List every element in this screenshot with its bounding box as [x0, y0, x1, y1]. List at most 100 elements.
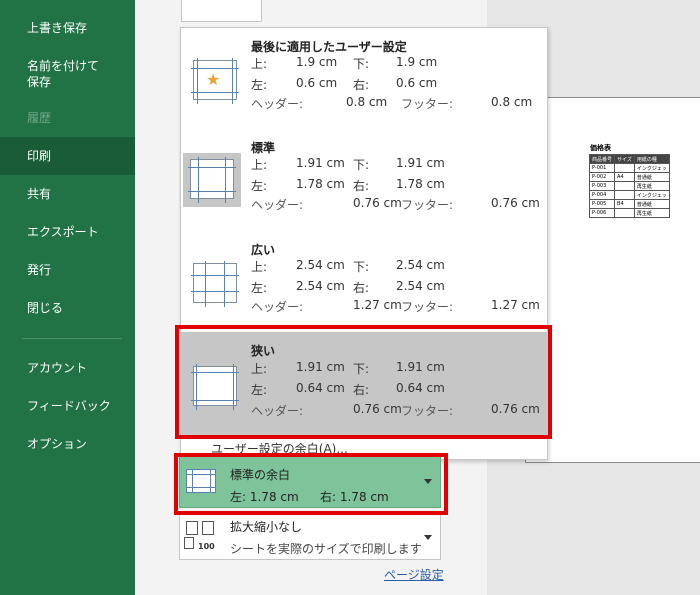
table-row: P-005 B4 普通紙: [588, 199, 670, 209]
preview-cell: P-003: [588, 181, 616, 191]
chevron-down-icon: [424, 479, 432, 484]
table-row: P-002 A4 普通紙: [588, 172, 670, 182]
preview-cell: B4: [614, 199, 635, 209]
right-label: 右:: [353, 383, 370, 397]
nav-item-export[interactable]: エクスポート: [0, 224, 135, 240]
margins-right-detail: 右: 1.78 cm: [320, 490, 389, 504]
previous-setting-button[interactable]: [181, 0, 262, 22]
left-value: 0.64 cm: [296, 381, 345, 395]
footer-label: フッター:: [401, 404, 454, 418]
margin-preset-last-custom[interactable]: ★ 最後に適用したユーザー設定 上: 1.9 cm 下: 1.9 cm 左: 0…: [181, 28, 547, 128]
top-value: 1.91 cm: [296, 156, 345, 170]
footer-label: フッター:: [401, 97, 454, 111]
bottom-value: 1.91 cm: [396, 360, 445, 374]
star-margin-icon: ★: [191, 58, 239, 104]
bottom-label: 下:: [353, 158, 370, 172]
bottom-label: 下:: [353, 260, 370, 274]
table-row: P-003 再生紙: [588, 181, 670, 191]
bottom-value: 1.9 cm: [396, 55, 438, 69]
right-value: 0.64 cm: [396, 381, 445, 395]
nav-item-close[interactable]: 閉じる: [0, 300, 135, 316]
footer-value: 0.76 cm: [491, 402, 540, 416]
footer-label: フッター:: [401, 198, 454, 212]
left-value: 1.78 cm: [296, 177, 345, 191]
left-label: 左:: [251, 383, 268, 397]
header-label: ヘッダー:: [251, 300, 304, 314]
margin-preset-narrow[interactable]: 狭い 上: 1.91 cm 下: 1.91 cm 左: 0.64 cm 右: 0…: [181, 332, 547, 436]
preview-cell: [614, 190, 635, 200]
nav-item-publish[interactable]: 発行: [0, 262, 135, 278]
preview-page: 価格表 商品番号 サイズ 用紙の種 P-001 インクジェッ P-002 A4 普通紙…: [525, 97, 700, 463]
scaling-setting-button[interactable]: 100 拡大縮小なし シートを実際のサイズで印刷します: [179, 512, 441, 560]
nav-item-history: 履歴: [27, 111, 52, 125]
margins-setting-name: 標準の余白: [230, 468, 291, 482]
preview-cell: P-005: [588, 199, 616, 209]
custom-margins-link[interactable]: ユーザー設定の余白(A)...: [211, 440, 348, 457]
preset-name: 最後に適用したユーザー設定: [251, 40, 407, 54]
preview-cell: P-001: [588, 163, 616, 173]
right-value: 1.78 cm: [396, 177, 445, 191]
right-label: 右:: [353, 78, 370, 92]
right-label: 右:: [353, 281, 370, 295]
preview-cell: [614, 208, 635, 218]
preview-header-cell: サイズ: [614, 154, 635, 164]
preview-table: 商品番号 サイズ 用紙の種 P-001 インクジェッ P-002 A4 普通紙 P-0…: [588, 154, 670, 218]
table-row: P-001 インクジェッ: [588, 163, 670, 173]
left-label: 左:: [251, 281, 268, 295]
preview-cell: インクジェッ: [633, 190, 670, 200]
scaling-icon: 100: [184, 521, 218, 553]
nav-item-save-as[interactable]: 名前を付けて 保存: [0, 58, 135, 90]
footer-value: 1.27 cm: [491, 298, 540, 312]
margin-preset-normal[interactable]: 標準 上: 1.91 cm 下: 1.91 cm 左: 1.78 cm 右: 1…: [181, 129, 547, 229]
top-label: 上:: [251, 158, 268, 172]
scaling-setting-description: シートを実際のサイズで印刷します: [230, 542, 422, 556]
header-label: ヘッダー:: [251, 198, 304, 212]
left-label: 左:: [251, 179, 268, 193]
preview-cell: 普通紙: [633, 172, 670, 182]
header-label: ヘッダー:: [251, 404, 304, 418]
scaling-setting-name: 拡大縮小なし: [230, 520, 303, 534]
page-setup-link[interactable]: ページ設定: [384, 566, 444, 583]
left-value: 0.6 cm: [296, 76, 338, 90]
nav-item-options[interactable]: オプション: [0, 436, 135, 452]
preset-name: 標準: [251, 141, 276, 155]
preview-cell: P-006: [588, 208, 616, 218]
margins-setting-button[interactable]: 標準の余白 左: 1.78 cm 右: 1.78 cm: [179, 456, 441, 508]
preset-name: 狭い: [251, 344, 276, 358]
nav-item-account[interactable]: アカウント: [0, 360, 135, 376]
preview-header-cell: 商品番号: [588, 154, 616, 164]
header-value: 0.8 cm: [346, 95, 388, 109]
header-value: 0.76 cm: [353, 196, 402, 210]
preview-cell: [614, 181, 635, 191]
narrow-margin-icon: [191, 364, 239, 410]
margins-dropdown: ★ 最後に適用したユーザー設定 上: 1.9 cm 下: 1.9 cm 左: 0…: [180, 27, 548, 460]
header-value: 1.27 cm: [353, 298, 402, 312]
margin-preset-wide[interactable]: 広い 上: 2.54 cm 下: 2.54 cm 左: 2.54 cm 右: 2…: [181, 231, 547, 331]
top-label: 上:: [251, 57, 268, 71]
nav-item-share[interactable]: 共有: [0, 186, 135, 202]
table-row: P-006 再生紙: [588, 208, 670, 218]
footer-value: 0.76 cm: [491, 196, 540, 210]
preset-name: 広い: [251, 243, 276, 257]
nav-item-print[interactable]: 印刷: [0, 137, 135, 175]
preview-sheet-title: 価格表: [590, 144, 611, 152]
top-value: 1.9 cm: [296, 55, 338, 69]
nav-item-feedback[interactable]: フィードバック: [0, 398, 135, 414]
top-value: 1.91 cm: [296, 360, 345, 374]
top-label: 上:: [251, 362, 268, 376]
footer-value: 0.8 cm: [491, 95, 533, 109]
preview-cell: A4: [614, 172, 635, 182]
backstage-nav: 上書き保存 名前を付けて 保存 履歴 印刷 共有 エクスポート 発行 閉じる ア…: [0, 0, 135, 595]
table-row: P-004 インクジェッ: [588, 190, 670, 200]
chevron-down-icon: [424, 535, 432, 540]
preview-cell: 再生紙: [633, 208, 670, 218]
right-label: 右:: [353, 179, 370, 193]
preview-cell: 普通紙: [633, 199, 670, 209]
bottom-label: 下:: [353, 57, 370, 71]
nav-item-save[interactable]: 上書き保存: [0, 20, 135, 36]
preview-cell: インクジェッ: [633, 163, 670, 173]
bottom-value: 1.91 cm: [396, 156, 445, 170]
right-value: 0.6 cm: [396, 76, 438, 90]
bottom-value: 2.54 cm: [396, 258, 445, 272]
preview-cell: P-002: [588, 172, 616, 182]
